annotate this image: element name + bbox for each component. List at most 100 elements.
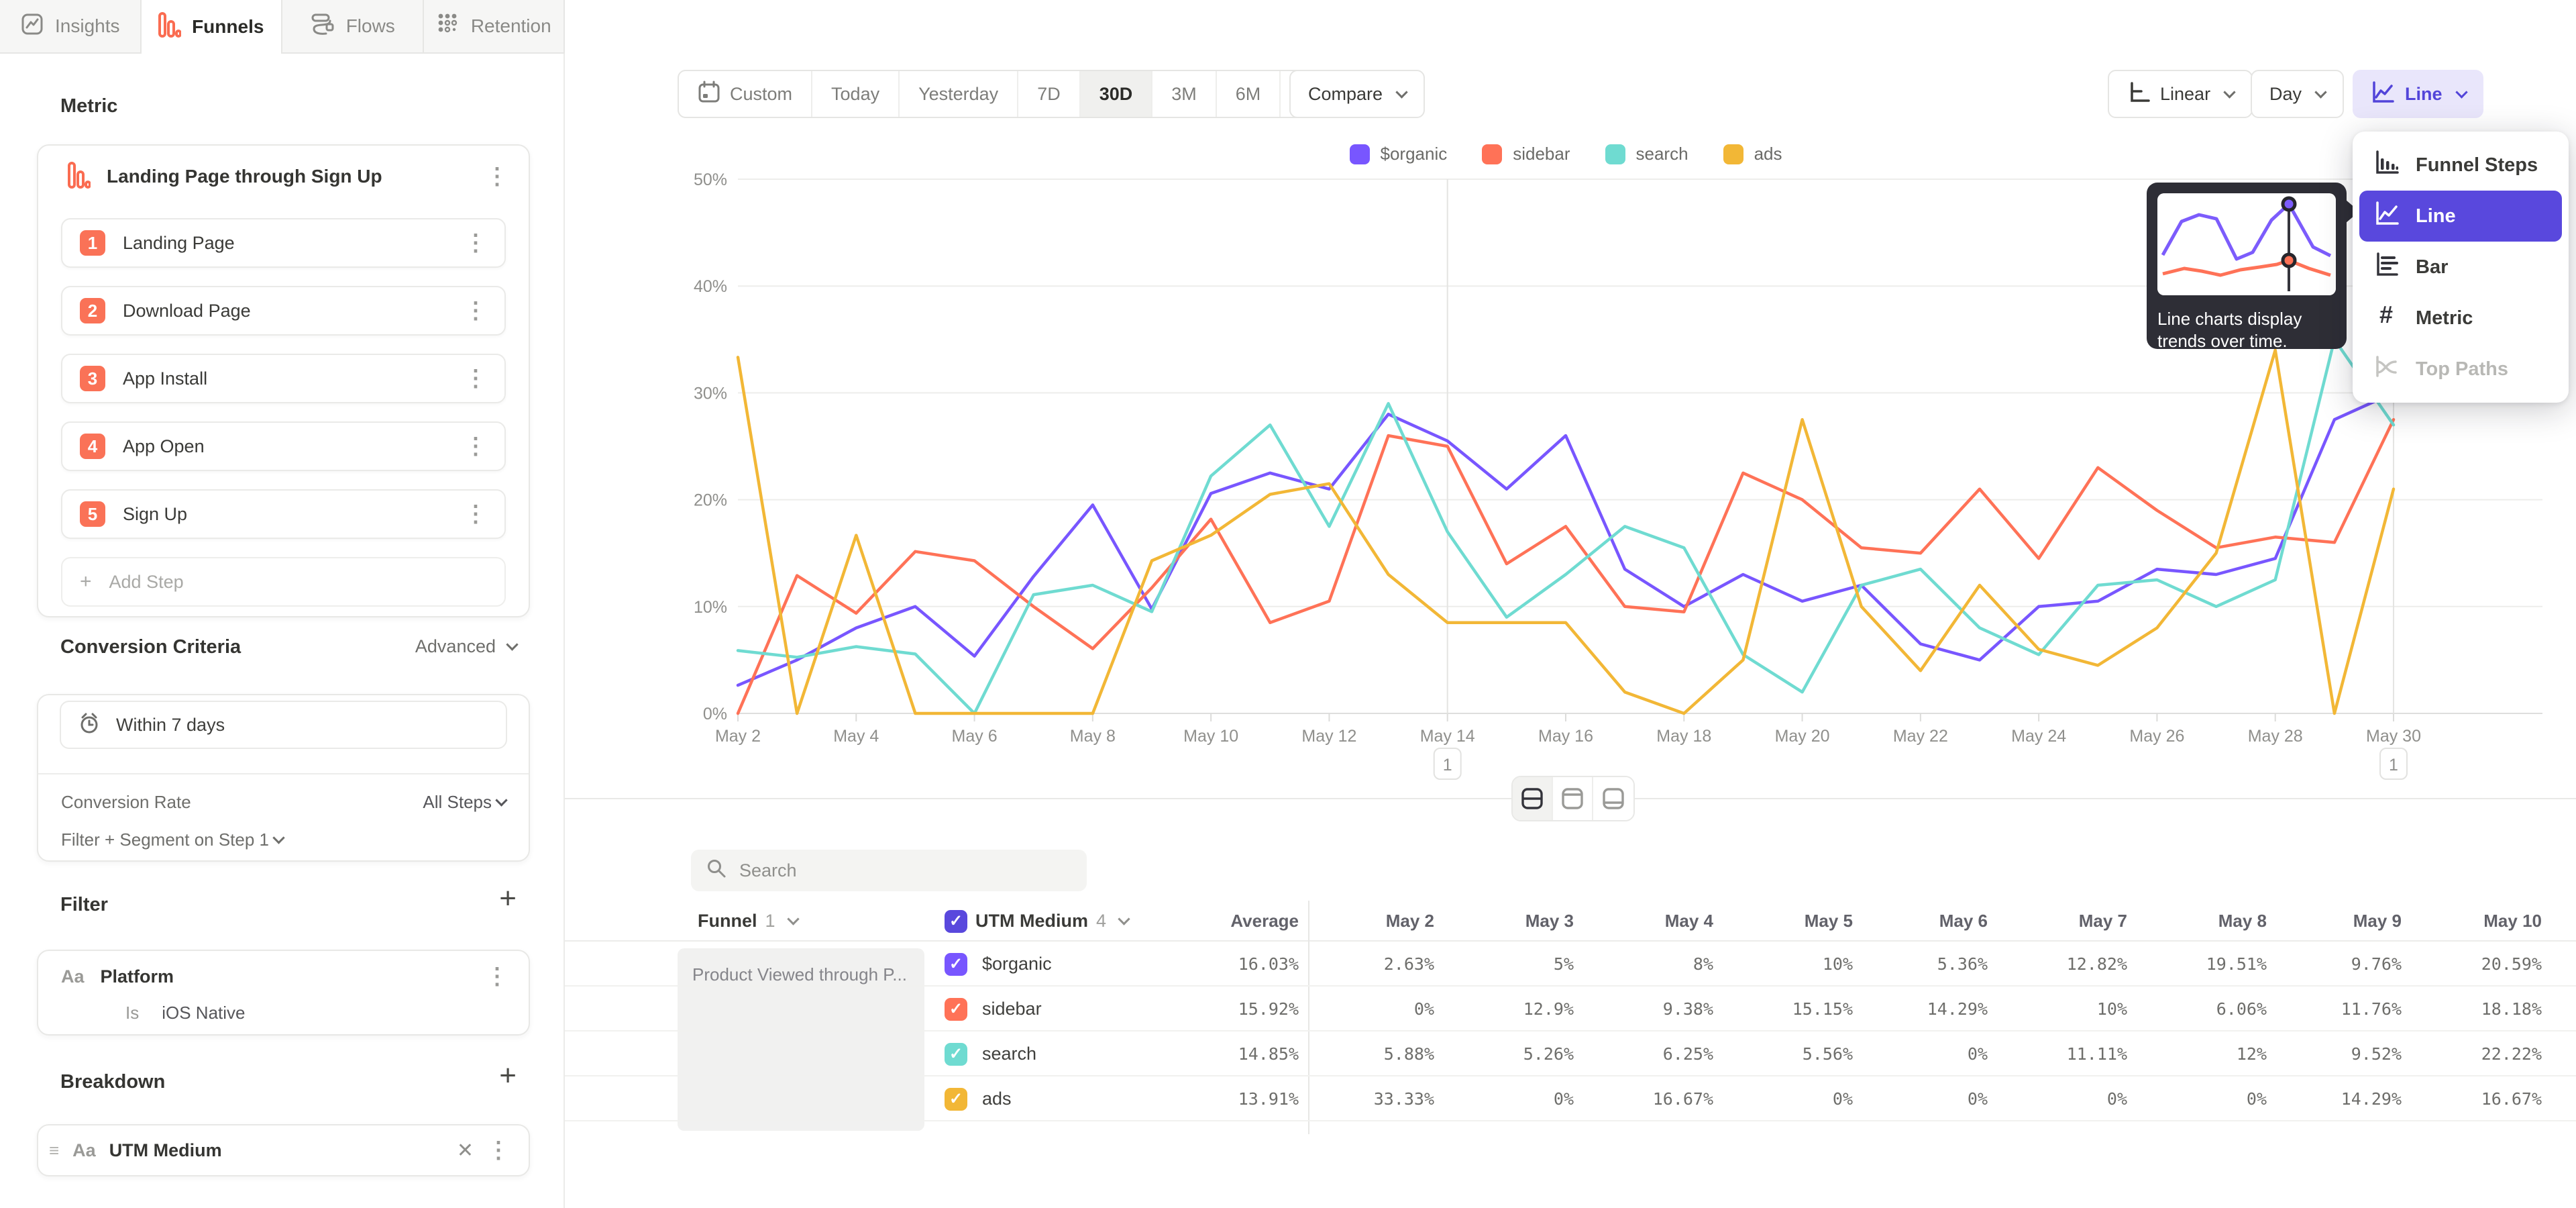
segment-checkbox[interactable]: ✓ xyxy=(945,1043,967,1066)
svg-text:May 8: May 8 xyxy=(1070,727,1116,746)
segment-checkbox[interactable]: ✓ xyxy=(945,953,967,976)
value-cell: 33.33% xyxy=(1307,1076,1434,1121)
conversion-rate-dropdown[interactable]: All Steps xyxy=(423,792,506,813)
tab-label: Retention xyxy=(471,15,551,37)
report-type-tabbar: Insights Funnels Flows Retention xyxy=(0,0,565,54)
remove-breakdown-icon[interactable]: ✕ xyxy=(457,1139,474,1162)
funnel-column-header[interactable]: Funnel 1 xyxy=(698,901,798,942)
breakdown-kebab-icon[interactable]: ⋮ xyxy=(487,1139,510,1162)
column-header-average[interactable]: Average xyxy=(1171,901,1299,942)
value-cell: 16.03% xyxy=(1171,942,1299,987)
column-header-may-4[interactable]: May 4 xyxy=(1586,901,1713,942)
step-number-badge: 5 xyxy=(80,501,105,527)
range-label: 6M xyxy=(1236,84,1261,105)
menu-item-metric[interactable]: # Metric xyxy=(2359,293,2562,344)
step-kebab-icon[interactable]: ⋮ xyxy=(464,367,487,390)
tab-insights[interactable]: Insights xyxy=(0,0,142,54)
column-header-may-2[interactable]: May 2 xyxy=(1307,901,1434,942)
menu-item-funnel-steps[interactable]: Funnel Steps xyxy=(2359,140,2562,191)
value-cell: 5% xyxy=(1446,942,1574,987)
breakdown-col-label: UTM Medium xyxy=(975,911,1088,932)
conversion-criteria-heading: Conversion Criteria xyxy=(60,636,241,658)
table-header-row: Funnel 1 ✓ UTM Medium 4 AverageMay 2 May … xyxy=(565,901,2576,942)
chart-only-view-button[interactable] xyxy=(1553,777,1593,820)
filter-kebab-icon[interactable]: ⋮ xyxy=(486,965,508,988)
segment-label: sidebar xyxy=(982,999,1042,1019)
tab-retention[interactable]: Retention xyxy=(424,0,566,54)
svg-text:May 4: May 4 xyxy=(833,727,879,746)
svg-text:May 26: May 26 xyxy=(2129,727,2184,746)
value-cell: 12.9% xyxy=(1446,987,1574,1031)
range-today-button[interactable]: Today xyxy=(812,71,900,117)
drag-handle-icon[interactable]: ≡ xyxy=(49,1140,59,1161)
range-7d-button[interactable]: 7D xyxy=(1018,71,1081,117)
segment-label: $organic xyxy=(982,954,1052,974)
segment-checkbox[interactable]: ✓ xyxy=(945,1088,967,1111)
column-header-may-3[interactable]: May 3 xyxy=(1446,901,1574,942)
range-label: Today xyxy=(831,84,879,105)
menu-item-bar[interactable]: Bar xyxy=(2359,242,2562,293)
step-kebab-icon[interactable]: ⋮ xyxy=(464,503,487,525)
table-row[interactable]: ✓ $organic16.03%2.63%5%8%10%5.36%12.82%1… xyxy=(565,942,2576,987)
value-cell: 0% xyxy=(1860,1031,1988,1076)
value-cell: 2.63% xyxy=(1307,942,1434,987)
svg-text:May 12: May 12 xyxy=(1301,727,1356,746)
select-all-checkbox[interactable]: ✓ xyxy=(945,910,967,933)
chart-type-button[interactable]: Line xyxy=(2353,70,2483,118)
table-row[interactable]: ✓ ads13.91%33.33%0%16.67%0%0%0%0%14.29%1… xyxy=(565,1076,2576,1121)
scale-button[interactable]: Linear xyxy=(2108,70,2253,118)
add-step-button[interactable]: + Add Step xyxy=(61,557,506,607)
breakdown-column-header[interactable]: ✓ UTM Medium 4 xyxy=(945,901,1128,942)
funnel-step-row[interactable]: 5 Sign Up ⋮ xyxy=(61,489,506,539)
table-only-view-button[interactable] xyxy=(1593,777,1633,820)
search-placeholder: Search xyxy=(739,860,797,881)
value-cell: 19.51% xyxy=(2139,942,2267,987)
step-kebab-icon[interactable]: ⋮ xyxy=(464,435,487,458)
add-filter-button[interactable]: + xyxy=(499,889,517,909)
funnel-step-row[interactable]: 1 Landing Page ⋮ xyxy=(61,218,506,268)
funnel-step-row[interactable]: 2 Download Page ⋮ xyxy=(61,286,506,336)
range-yesterday-button[interactable]: Yesterday xyxy=(900,71,1018,117)
step-kebab-icon[interactable]: ⋮ xyxy=(464,299,487,322)
step-kebab-icon[interactable]: ⋮ xyxy=(464,232,487,254)
table-search-input[interactable]: Search xyxy=(691,850,1087,891)
chart-type-label: Line xyxy=(2405,84,2443,105)
value-cell: 20.59% xyxy=(2414,942,2542,987)
line-chart-icon xyxy=(2370,80,2396,109)
table-row[interactable]: ✓ sidebar15.92%0%12.9%9.38%15.15%14.29%1… xyxy=(565,987,2576,1031)
filter-value[interactable]: iOS Native xyxy=(162,1003,245,1023)
filter-operator[interactable]: Is xyxy=(125,1003,139,1023)
funnel-step-row[interactable]: 3 App Install ⋮ xyxy=(61,354,506,403)
chevron-down-icon xyxy=(787,913,799,925)
funnel-kebab-icon[interactable]: ⋮ xyxy=(486,165,508,188)
split-view-button[interactable] xyxy=(1513,777,1553,820)
divider xyxy=(38,773,529,774)
advanced-dropdown[interactable]: Advanced xyxy=(415,636,517,657)
compare-button[interactable]: Compare xyxy=(1289,70,1425,118)
add-breakdown-button[interactable]: + xyxy=(499,1066,517,1086)
breakdown-property-name[interactable]: UTM Medium xyxy=(109,1140,443,1161)
funnel-step-row[interactable]: 4 App Open ⋮ xyxy=(61,421,506,471)
conversion-window-row[interactable]: Within 7 days xyxy=(60,701,507,749)
table-row[interactable]: ✓ search14.85%5.88%5.26%6.25%5.56%0%11.1… xyxy=(565,1031,2576,1076)
column-header-may-8[interactable]: May 8 xyxy=(2139,901,2267,942)
tab-flows[interactable]: Flows xyxy=(282,0,424,54)
column-header-may-10[interactable]: May 10 xyxy=(2414,901,2542,942)
column-header-may-6[interactable]: May 6 xyxy=(1860,901,1988,942)
tab-funnels[interactable]: Funnels xyxy=(142,0,283,54)
interval-button[interactable]: Day xyxy=(2251,70,2344,118)
filter-segment-dropdown[interactable]: Filter + Segment on Step 1 xyxy=(61,829,283,850)
segment-label: search xyxy=(982,1044,1036,1064)
range-6m-button[interactable]: 6M xyxy=(1217,71,1281,117)
value-cell: 0% xyxy=(1860,1076,1988,1121)
segment-checkbox[interactable]: ✓ xyxy=(945,998,967,1021)
filter-property-name[interactable]: Platform xyxy=(101,966,470,987)
column-header-may-5[interactable]: May 5 xyxy=(1725,901,1853,942)
range-30d-button[interactable]: 30D xyxy=(1081,71,1153,117)
menu-item-line[interactable]: Line xyxy=(2359,191,2562,242)
column-header-may-9[interactable]: May 9 xyxy=(2274,901,2402,942)
range-3m-button[interactable]: 3M xyxy=(1152,71,1217,117)
range-custom-button[interactable]: Custom xyxy=(679,71,812,117)
query-builder-sidebar: Metric Landing Page through Sign Up ⋮ 1 … xyxy=(0,54,565,1208)
column-header-may-7[interactable]: May 7 xyxy=(2000,901,2127,942)
